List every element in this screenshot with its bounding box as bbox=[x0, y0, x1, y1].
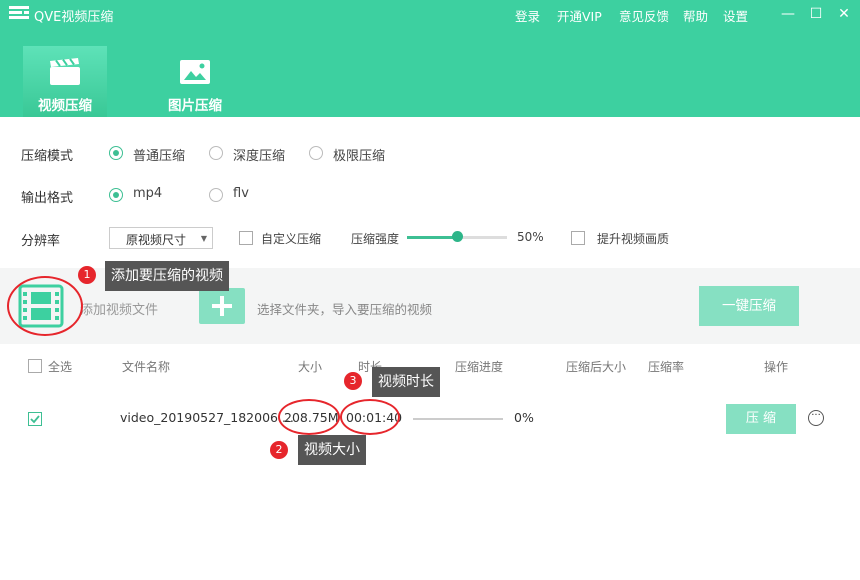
add-folder-button[interactable] bbox=[199, 288, 245, 324]
annotation-number-1: 1 bbox=[78, 266, 96, 284]
radio-mp4-label: mp4 bbox=[133, 186, 163, 201]
column-actions: 操作 bbox=[764, 360, 789, 374]
vip-link[interactable]: 开通VIP bbox=[557, 6, 602, 25]
annotation-circle-size bbox=[278, 399, 340, 435]
format-label: 输出格式 bbox=[21, 191, 74, 206]
login-link[interactable]: 登录 bbox=[515, 6, 540, 25]
checkmark-icon bbox=[30, 415, 40, 424]
resolution-select[interactable]: 原视频尺寸 ▼ bbox=[109, 227, 213, 249]
row-progress-value: 0% bbox=[514, 410, 534, 425]
annotation-tip-3: 视频时长 bbox=[372, 367, 440, 397]
annotation-number-2: 2 bbox=[270, 441, 288, 459]
custom-compress-checkbox[interactable] bbox=[239, 231, 253, 245]
strength-label: 压缩强度 bbox=[351, 232, 400, 246]
mode-label: 压缩模式 bbox=[21, 149, 74, 164]
image-icon bbox=[180, 60, 210, 84]
radio-deep-label: 深度压缩 bbox=[233, 149, 286, 164]
feedback-link[interactable]: 意见反馈 bbox=[619, 6, 669, 25]
annotation-tip-2: 视频大小 bbox=[298, 435, 366, 465]
custom-compress-label: 自定义压缩 bbox=[261, 232, 322, 246]
maximize-button[interactable]: ☐ bbox=[806, 4, 826, 24]
annotation-tip-1: 添加要压缩的视频 bbox=[105, 261, 229, 291]
column-progress: 压缩进度 bbox=[455, 360, 504, 374]
annotation-number-3: 3 bbox=[344, 372, 362, 390]
tab-video-compress[interactable]: 视频压缩 bbox=[23, 46, 107, 117]
radio-flv[interactable] bbox=[209, 188, 223, 202]
enhance-quality-checkbox[interactable] bbox=[571, 231, 585, 245]
title-bar[interactable]: QVE视频压缩 登录 开通VIP 意见反馈 帮助 设置 — ☐ ✕ bbox=[0, 0, 860, 30]
column-compressed-size: 压缩后大小 bbox=[566, 360, 627, 374]
app-title: QVE视频压缩 bbox=[34, 10, 114, 25]
compress-all-button[interactable]: 一键压缩 bbox=[699, 286, 799, 326]
tab-label: 图片压缩 bbox=[168, 98, 222, 114]
select-all-checkbox[interactable] bbox=[28, 359, 42, 373]
column-filename: 文件名称 bbox=[122, 360, 171, 374]
radio-normal-label: 普通压缩 bbox=[133, 149, 186, 164]
strength-slider-thumb[interactable] bbox=[451, 231, 463, 242]
chevron-down-icon: ▼ bbox=[200, 234, 207, 243]
minimize-button[interactable]: — bbox=[778, 4, 798, 24]
app-header: QVE视频压缩 登录 开通VIP 意见反馈 帮助 设置 — ☐ ✕ 视频压缩 图… bbox=[0, 0, 860, 117]
row-progress-bar bbox=[413, 418, 503, 420]
row-filename: video_20190527_182006.... bbox=[120, 410, 294, 425]
settings-link[interactable]: 设置 bbox=[723, 6, 748, 25]
tab-label: 视频压缩 bbox=[38, 98, 92, 114]
radio-flv-label: flv bbox=[233, 186, 249, 201]
strength-slider-fill bbox=[407, 236, 457, 239]
add-video-text[interactable]: 添加视频文件 bbox=[80, 299, 158, 318]
close-button[interactable]: ✕ bbox=[834, 4, 854, 24]
resolution-label: 分辨率 bbox=[21, 234, 61, 249]
clapperboard-icon bbox=[50, 58, 80, 85]
tab-image-compress[interactable]: 图片压缩 bbox=[153, 46, 237, 117]
resolution-value: 原视频尺寸 bbox=[126, 233, 187, 247]
row-compress-button[interactable]: 压 缩 bbox=[726, 404, 796, 434]
app-logo-icon bbox=[9, 6, 29, 19]
annotation-circle-duration bbox=[340, 399, 400, 435]
help-link[interactable]: 帮助 bbox=[683, 6, 708, 25]
column-size: 大小 bbox=[298, 360, 323, 374]
radio-extreme[interactable] bbox=[309, 146, 323, 160]
column-compression-ratio: 压缩率 bbox=[648, 360, 685, 374]
more-options-icon[interactable]: ··· bbox=[808, 410, 824, 426]
radio-extreme-label: 极限压缩 bbox=[333, 149, 386, 164]
select-all-label: 全选 bbox=[48, 360, 73, 374]
enhance-quality-label: 提升视频画质 bbox=[597, 232, 670, 246]
radio-deep[interactable] bbox=[209, 146, 223, 160]
radio-normal[interactable] bbox=[109, 146, 123, 160]
strength-value: 50% bbox=[517, 230, 544, 244]
radio-mp4[interactable] bbox=[109, 188, 123, 202]
annotation-circle-add-video bbox=[7, 276, 83, 336]
row-checkbox[interactable] bbox=[28, 412, 42, 426]
select-folder-text[interactable]: 选择文件夹，导入要压缩的视频 bbox=[257, 299, 432, 318]
